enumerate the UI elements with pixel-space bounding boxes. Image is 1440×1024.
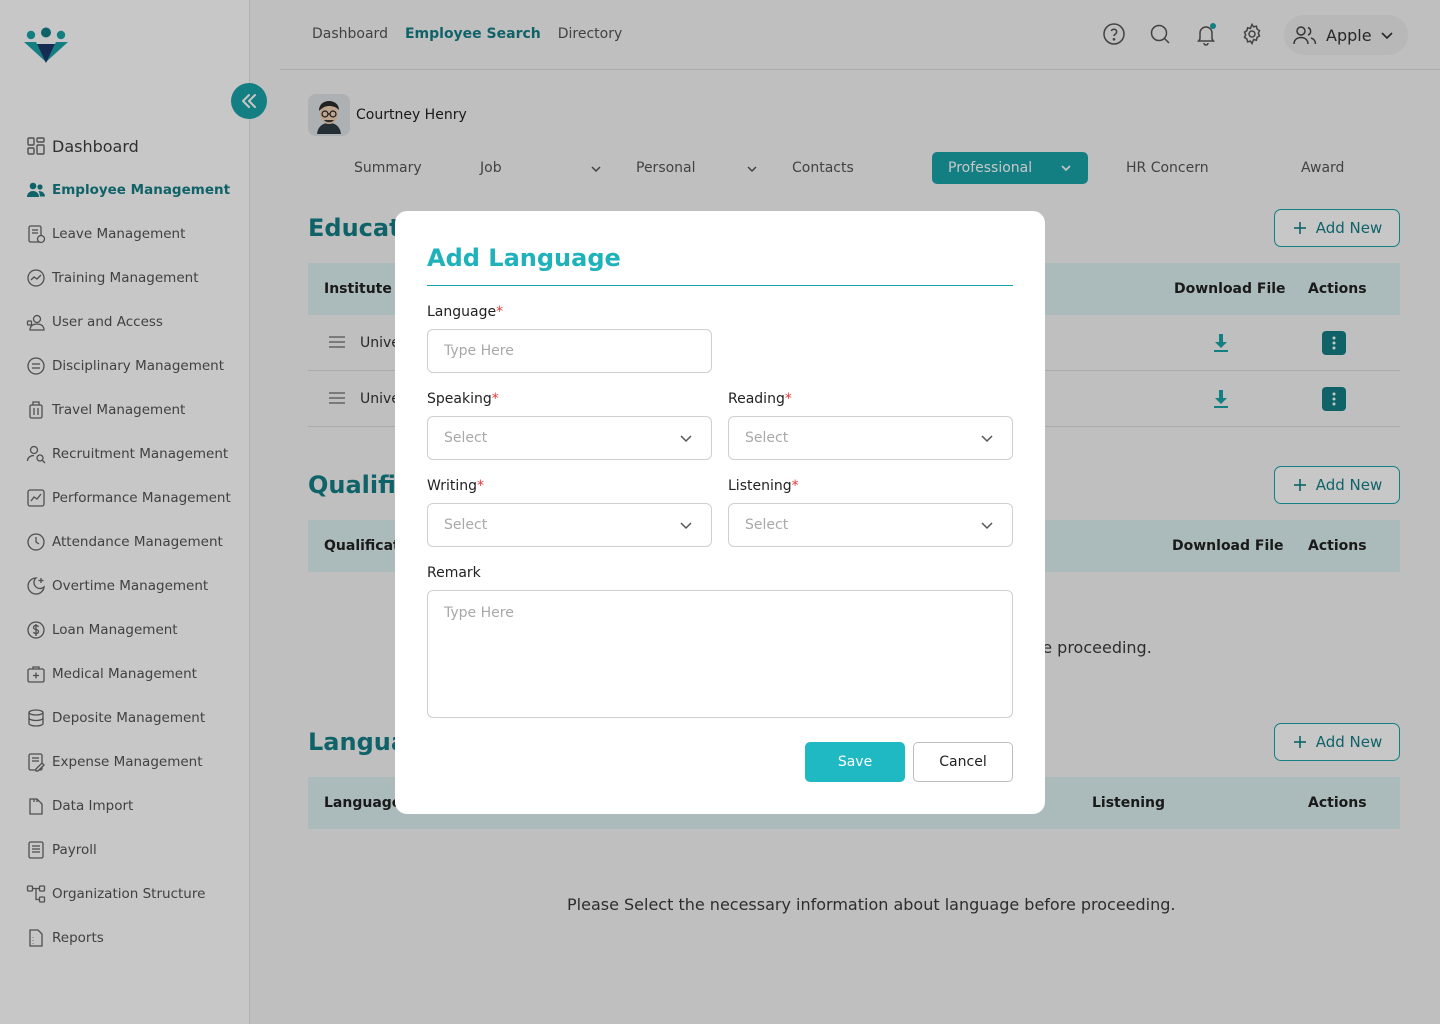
add-language-modal: Add Language Language* Speaking* Select … xyxy=(395,211,1045,814)
required-mark: * xyxy=(791,478,799,494)
writing-select[interactable]: Select xyxy=(427,503,712,547)
label-text: Listening xyxy=(728,478,792,494)
select-placeholder: Select xyxy=(745,430,789,446)
modal-divider xyxy=(427,285,1013,286)
save-button[interactable]: Save xyxy=(805,742,905,782)
required-mark: * xyxy=(477,478,484,494)
required-mark: * xyxy=(496,304,504,320)
reading-select[interactable]: Select xyxy=(728,416,1013,460)
label-text: Reading xyxy=(728,391,785,407)
speaking-select[interactable]: Select xyxy=(427,416,712,460)
cancel-button[interactable]: Cancel xyxy=(913,742,1013,782)
chevron-down-icon xyxy=(680,522,692,530)
language-input[interactable] xyxy=(427,329,712,373)
select-placeholder: Select xyxy=(444,517,488,533)
label-text: Language xyxy=(427,304,497,320)
remark-field-label: Remark xyxy=(427,565,481,581)
remark-textarea[interactable] xyxy=(427,590,1013,718)
select-placeholder: Select xyxy=(444,430,488,446)
chevron-down-icon xyxy=(680,435,692,443)
required-mark: * xyxy=(491,391,499,407)
speaking-field-label: Speaking* xyxy=(427,391,499,407)
select-placeholder: Select xyxy=(745,517,789,533)
reading-field-label: Reading* xyxy=(728,391,792,407)
listening-select[interactable]: Select xyxy=(728,503,1013,547)
label-text: Speaking xyxy=(427,391,492,407)
chevron-down-icon xyxy=(981,435,993,443)
modal-title: Add Language xyxy=(427,244,621,272)
listening-field-label: Listening* xyxy=(728,478,799,494)
required-mark: * xyxy=(784,391,792,407)
writing-field-label: Writing* xyxy=(427,478,484,494)
chevron-down-icon xyxy=(981,522,993,530)
label-text: Writing xyxy=(427,478,477,494)
language-field-label: Language* xyxy=(427,304,503,320)
